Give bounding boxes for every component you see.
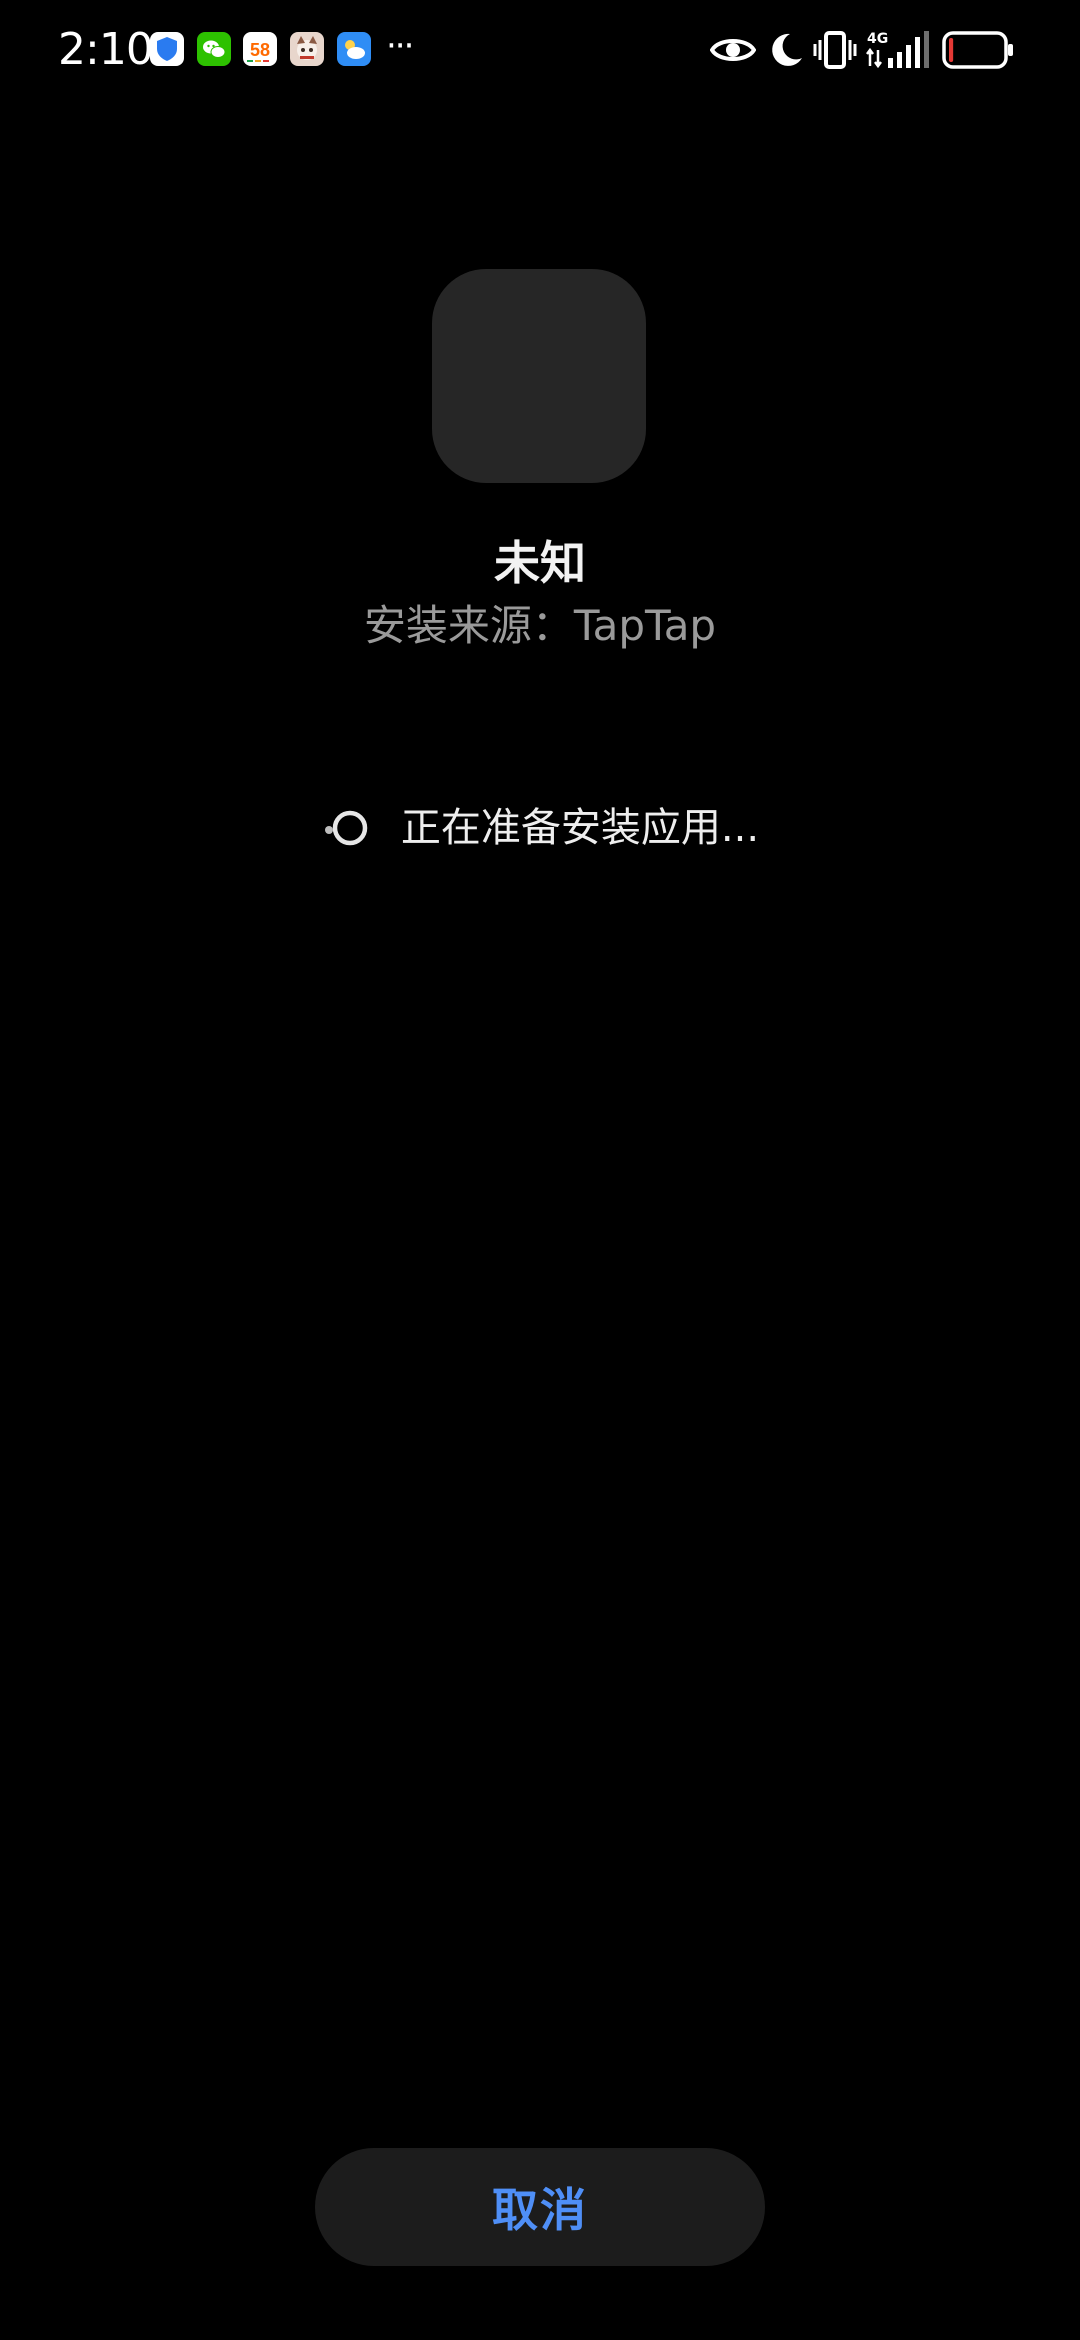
status-time: 2:10 — [58, 24, 154, 75]
eye-comfort-icon — [710, 39, 756, 61]
signal-4g-icon: 4G — [866, 31, 929, 69]
install-source-label: 安装来源：TapTap — [363, 601, 717, 650]
more-notifications-icon: ··· — [386, 26, 414, 66]
install-progress: 正在准备安装应用... — [0, 796, 1080, 860]
battery-level-fill — [949, 38, 954, 62]
app-name: 未知 — [494, 536, 586, 590]
weather-icon — [337, 32, 371, 66]
shield-security-icon — [150, 32, 184, 66]
cancel-button-label: 取消 — [492, 2183, 588, 2237]
app-58-icon: 58 — [243, 32, 277, 66]
do-not-disturb-moon-icon — [772, 33, 802, 66]
cancel-button[interactable]: 取消 — [315, 2148, 765, 2266]
svg-text:4G: 4G — [867, 31, 888, 47]
status-bar: 2:10 58 ··· 4G — [0, 0, 1080, 100]
vibrate-icon — [813, 31, 857, 69]
progress-status-text: 正在准备安装应用... — [400, 805, 760, 851]
battery-low-icon — [942, 31, 1013, 69]
app-icon-placeholder — [432, 269, 646, 483]
game-avatar-icon — [290, 32, 324, 66]
wechat-icon — [197, 32, 231, 66]
loading-spinner-icon — [324, 810, 368, 846]
svg-text:58: 58 — [250, 40, 270, 60]
